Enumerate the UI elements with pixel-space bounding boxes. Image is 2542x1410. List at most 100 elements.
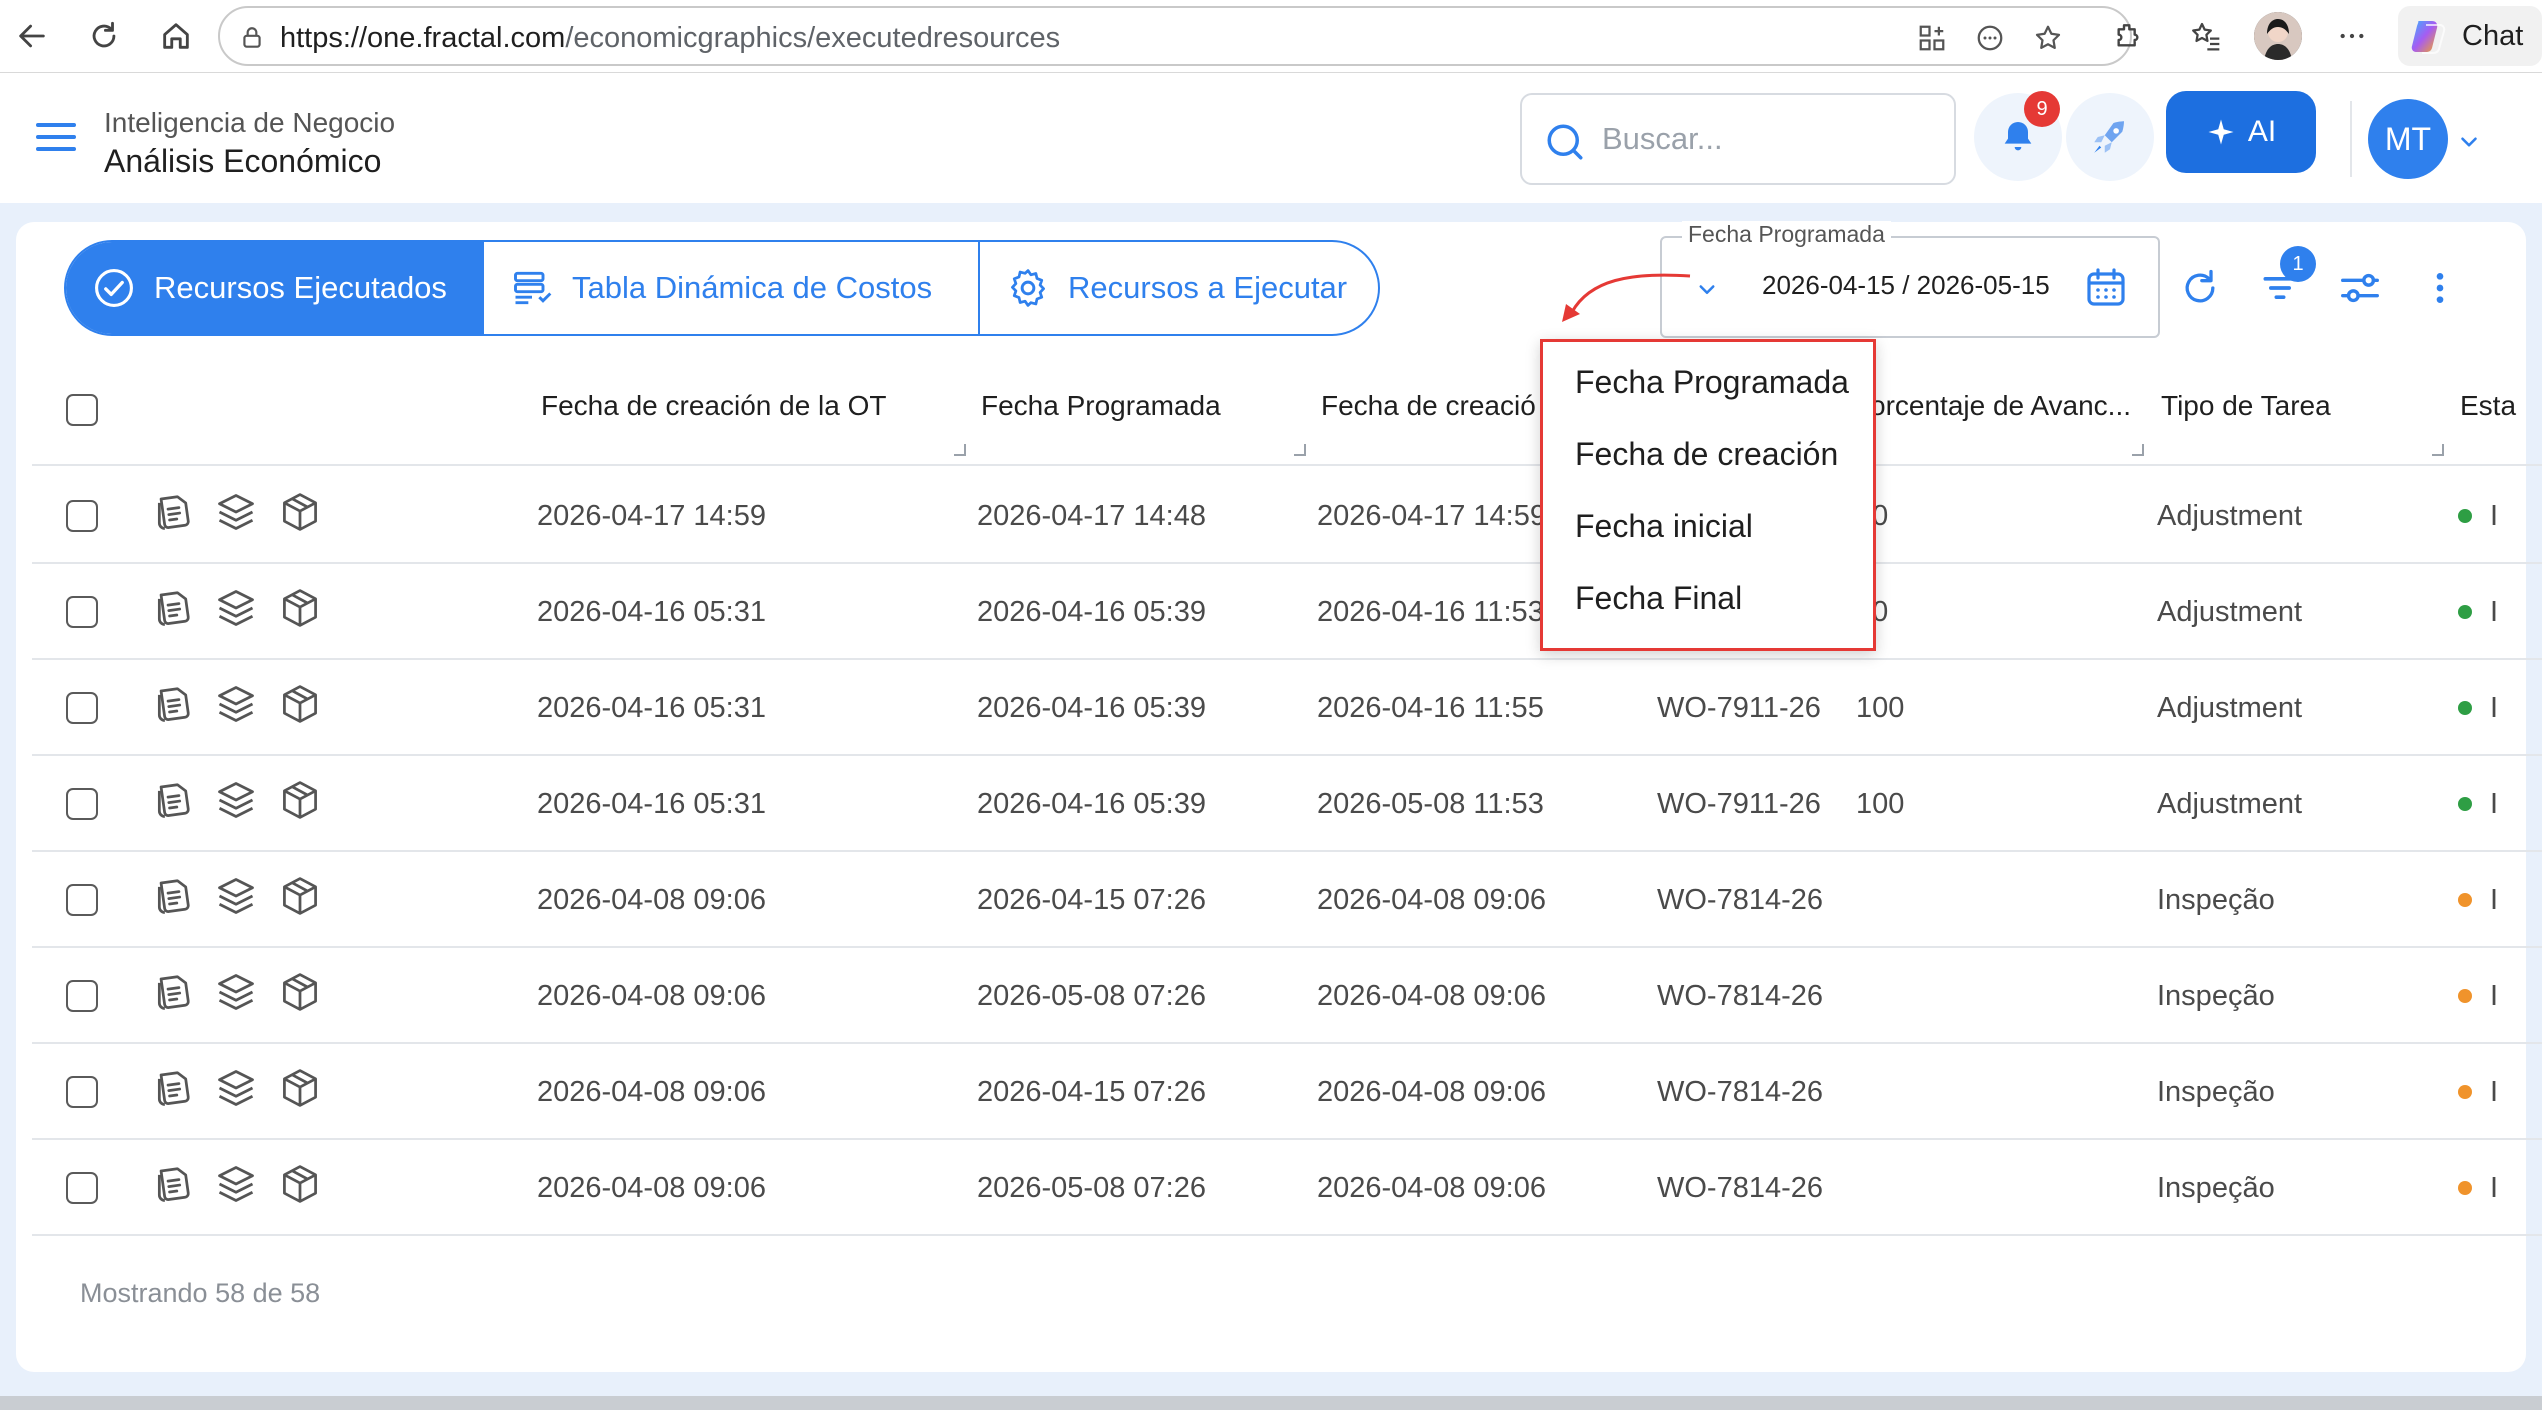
column-resize-handle[interactable] [1294,444,1306,456]
rocket-button[interactable] [2066,93,2154,181]
status-dot [2458,605,2472,619]
layers-icon[interactable] [214,970,258,1014]
cell-work-order: WO-7814-26 [1657,884,1824,916]
browser-profile-avatar[interactable] [2254,12,2302,60]
row-checkbox[interactable] [66,884,98,916]
cell-created-date: 2026-04-16 05:31 [537,788,766,820]
cell-scheduled-date: 2026-04-16 05:39 [977,692,1206,724]
row-checkbox[interactable] [66,1172,98,1204]
document-icon[interactable] [152,586,196,630]
copilot-chat-button[interactable]: Chat [2398,6,2542,66]
column-header[interactable]: Tipo de Tarea [2161,390,2331,422]
favorite-star-icon[interactable] [2030,20,2066,56]
layers-icon[interactable] [214,778,258,822]
status-text-clipped: I [2490,500,2499,532]
row-checkbox[interactable] [66,596,98,628]
back-icon[interactable] [10,14,54,58]
layers-icon[interactable] [214,1162,258,1206]
column-header[interactable]: orcentaje de Avanc... [1870,390,2131,422]
column-header[interactable]: Fecha de creación de la OT [541,390,887,422]
calendar-icon[interactable] [2082,264,2130,312]
ai-button[interactable]: AI [2166,91,2316,173]
search-placeholder: Buscar... [1602,121,1723,156]
column-header[interactable]: Fecha Programada [981,390,1221,422]
document-icon[interactable] [152,970,196,1014]
box-icon[interactable] [278,586,322,630]
cell-created-date-2: 2026-04-08 09:06 [1317,1076,1546,1108]
menu-item-fecha-final[interactable]: Fecha Final [1575,580,1742,617]
header-divider-line [32,464,2542,466]
column-resize-handle[interactable] [2432,444,2444,456]
reload-icon[interactable] [2174,262,2226,314]
layers-icon[interactable] [214,1066,258,1110]
filter-icon[interactable]: 1 [2254,246,2316,314]
cell-scheduled-date: 2026-05-08 07:26 [977,980,1206,1012]
apps-icon[interactable] [1914,20,1950,56]
status-text-clipped: I [2490,1076,2499,1108]
chevron-down-icon[interactable] [2456,129,2482,155]
browser-menu-icon[interactable] [2330,14,2374,58]
box-icon[interactable] [278,1162,322,1206]
lock-icon[interactable] [234,20,270,56]
row-divider [32,946,2542,948]
document-icon[interactable] [152,682,196,726]
row-checkbox[interactable] [66,500,98,532]
cell-created-date: 2026-04-08 09:06 [537,1076,766,1108]
tab-tabla-dinamica[interactable]: Tabla Dinámica de Costos [484,242,980,334]
filter-badge: 1 [2280,246,2316,282]
box-icon[interactable] [278,682,322,726]
cell-task-type: Inspeção [2157,980,2275,1012]
menu-item-fecha-creacion[interactable]: Fecha de creación [1575,436,1838,473]
document-icon[interactable] [152,874,196,918]
home-icon[interactable] [154,14,198,58]
status-text-clipped: I [2490,788,2499,820]
select-all-checkbox[interactable] [66,394,98,426]
settings-sliders-icon[interactable] [2334,262,2386,314]
row-divider [32,1234,2542,1236]
column-header[interactable]: Esta [2460,390,2516,422]
layers-icon[interactable] [214,682,258,726]
menu-item-fecha-inicial[interactable]: Fecha inicial [1575,508,1753,545]
document-icon[interactable] [152,490,196,534]
header-divider [2350,101,2352,177]
layers-icon[interactable] [214,586,258,630]
annotation-arrow [1562,273,1691,322]
document-icon[interactable] [152,1066,196,1110]
document-icon[interactable] [152,1162,196,1206]
cell-scheduled-date: 2026-04-15 07:26 [977,1076,1206,1108]
more-vert-icon[interactable] [2414,262,2466,314]
table-list-icon [510,266,554,310]
row-checkbox[interactable] [66,788,98,820]
column-resize-handle[interactable] [954,444,966,456]
extensions-icon[interactable] [2106,14,2150,58]
box-icon[interactable] [278,490,322,534]
row-checkbox[interactable] [66,1076,98,1108]
box-icon[interactable] [278,970,322,1014]
notifications-button[interactable]: 9 [1974,91,2062,181]
user-avatar[interactable]: MT [2368,99,2448,179]
row-checkbox[interactable] [66,692,98,724]
search-input[interactable]: Buscar... [1520,93,1956,185]
box-icon[interactable] [278,1066,322,1110]
more-options-circle-icon[interactable] [1972,20,2008,56]
menu-item-fecha-programada[interactable]: Fecha Programada [1575,364,1849,401]
address-bar[interactable]: https://one.fractal.com/economicgraphics… [218,6,2132,66]
layers-icon[interactable] [214,490,258,534]
favorites-list-icon[interactable] [2184,14,2228,58]
layers-icon[interactable] [214,874,258,918]
document-icon[interactable] [152,778,196,822]
status-text-clipped: I [2490,596,2499,628]
row-checkbox[interactable] [66,980,98,1012]
refresh-icon[interactable] [82,14,126,58]
row-divider [32,754,2542,756]
url-text[interactable]: https://one.fractal.com/economicgraphics… [280,22,1060,55]
box-icon[interactable] [278,778,322,822]
column-resize-handle[interactable] [2132,444,2144,456]
column-header[interactable]: Fecha de creació [1321,390,1536,422]
tab-recursos-ejecutados[interactable]: Recursos Ejecutados [66,242,484,334]
box-icon[interactable] [278,874,322,918]
row-divider [32,850,2542,852]
row-divider [32,1042,2542,1044]
tab-recursos-a-ejecutar[interactable]: Recursos a Ejecutar [980,242,1378,334]
hamburger-menu-icon[interactable] [36,123,76,153]
